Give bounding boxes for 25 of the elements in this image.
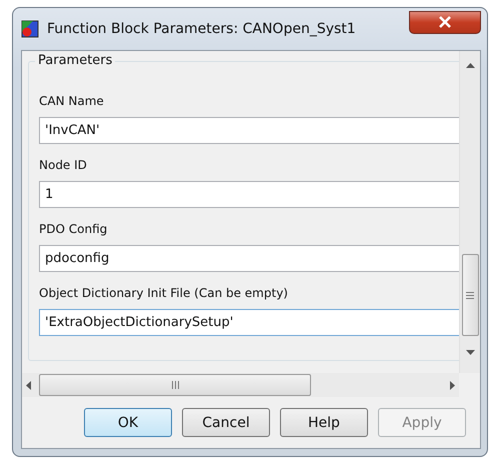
- scroll-thumb[interactable]: [39, 374, 311, 396]
- up-arrow-icon[interactable]: [466, 63, 474, 68]
- field-label: Object Dictionary Init File (Can be empty): [39, 286, 289, 300]
- horizontal-scrollbar[interactable]: [22, 373, 459, 397]
- close-button[interactable]: [409, 10, 481, 34]
- field-label: CAN Name: [39, 94, 105, 108]
- left-arrow-icon[interactable]: [26, 380, 31, 390]
- scroll-thumb[interactable]: [462, 254, 478, 336]
- grip-icon: [172, 381, 178, 389]
- block-icon: [21, 20, 39, 38]
- text-field[interactable]: 'InvCAN': [39, 117, 459, 144]
- vertical-scrollbar[interactable]: [459, 51, 480, 373]
- window-title: Function Block Parameters: CANOpen_Syst1: [47, 21, 357, 37]
- close-icon[interactable]: [438, 16, 452, 28]
- field-label: PDO Config: [39, 222, 108, 236]
- text-field[interactable]: pdoconfig: [39, 245, 459, 272]
- right-arrow-icon[interactable]: [450, 380, 455, 390]
- field-label: Node ID: [39, 158, 88, 172]
- dialog-button[interactable]: Help: [280, 408, 368, 437]
- down-arrow-icon[interactable]: [466, 350, 474, 355]
- grip-icon: [466, 292, 474, 298]
- dialog-button[interactable]: Cancel: [182, 408, 270, 437]
- text-field[interactable]: 'ExtraObjectDictionarySetup': [39, 309, 459, 336]
- text-field[interactable]: 1: [39, 181, 459, 208]
- dialog-button[interactable]: OK: [84, 408, 172, 437]
